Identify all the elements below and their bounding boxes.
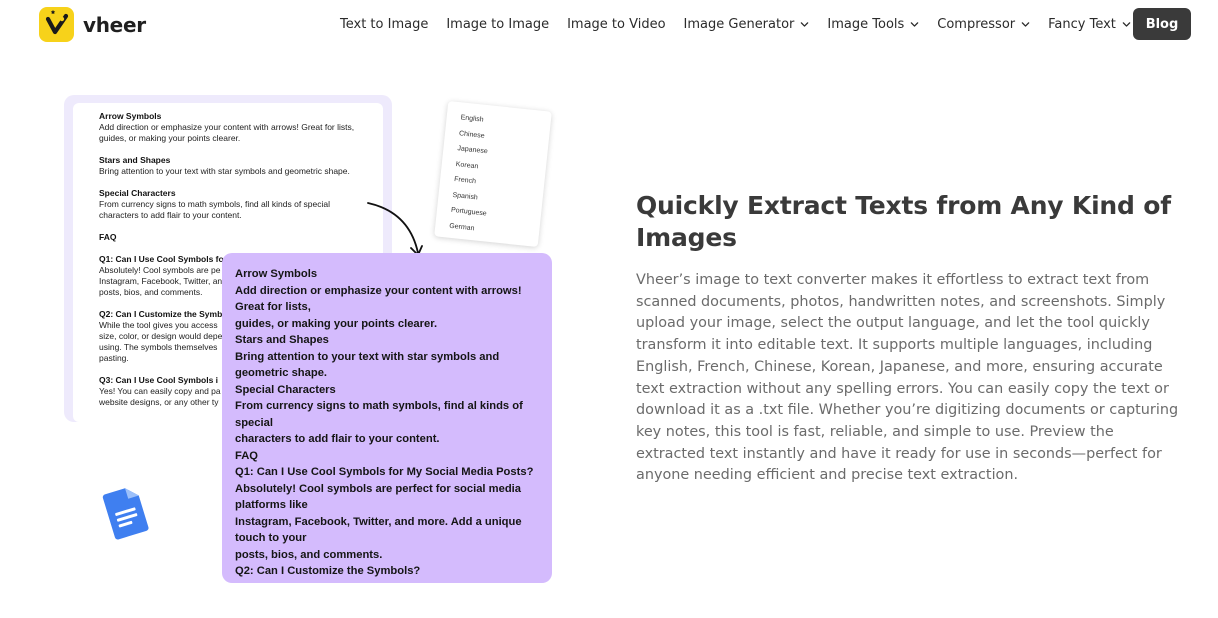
- nav-item-label: Image to Video: [567, 16, 666, 32]
- nav-item-label: Image Tools: [827, 16, 905, 32]
- nav-item-label: Fancy Text: [1048, 16, 1116, 32]
- extracted-text-line: touch to your: [235, 532, 307, 544]
- doc-spacer: [99, 177, 383, 188]
- doc-paragraph-line: Bring attention to your text with star s…: [99, 166, 350, 176]
- extracted-text-line: From currency signs to math symbols, fin…: [235, 400, 523, 412]
- brand-name: vheer: [83, 12, 146, 37]
- extracted-text-line: platforms like: [235, 499, 308, 511]
- extracted-text-line: FAQ: [235, 449, 258, 462]
- nav-item-label: Image to Image: [446, 16, 550, 32]
- extracted-text-line: Instagram, Facebook, Twitter, and more. …: [235, 515, 522, 528]
- nav-item-fancy-text[interactable]: Fancy Text: [1048, 17, 1131, 32]
- logo[interactable]: vheer: [39, 7, 146, 42]
- doc-heading: Stars and Shapes: [99, 155, 171, 165]
- extracted-text-line: Bring attention to your text with star s…: [235, 350, 500, 363]
- nav-item-label: Compressor: [937, 16, 1016, 32]
- extracted-text-line: Stars and Shapes: [235, 334, 329, 346]
- chevron-down-icon: [911, 21, 919, 27]
- doc-heading: Special Characters: [99, 188, 176, 198]
- extracted-text-line: Special Characters: [235, 383, 336, 396]
- google-docs-icon: [102, 488, 149, 540]
- chevron-down-icon: [1122, 21, 1131, 27]
- doc-paragraph-line: characters to add flair to your content.: [99, 210, 242, 220]
- nav-item-image-tools[interactable]: Image Tools: [827, 17, 919, 32]
- doc-heading: Arrow Symbols: [99, 111, 162, 121]
- nav-item-label: Text to Image: [340, 16, 429, 32]
- doc-spacer: [99, 221, 383, 232]
- chevron-down-icon: [1021, 21, 1030, 27]
- nav-item-compressor[interactable]: Compressor: [937, 17, 1030, 32]
- nav-item-image-to-video[interactable]: Image to Video: [567, 17, 665, 32]
- doc-spacer: [99, 144, 383, 155]
- extracted-text-line: Q2: Can I Customize the Symbols?: [235, 565, 421, 577]
- extracted-text-line: Absolutely! Cool symbols are perfect for…: [235, 482, 521, 495]
- extracted-text-line: Great for lists,: [235, 301, 311, 313]
- language-list-card: English Chinese Japanese Korean French Spanis…: [434, 100, 552, 248]
- extracted-text-line: characters to add flair to your content.: [235, 433, 440, 445]
- extracted-text-line: posts, bios, and comments.: [235, 548, 383, 561]
- nav-item-text-to-image[interactable]: Text to Image: [340, 17, 428, 32]
- chevron-down-icon: [801, 21, 809, 27]
- extracted-text-card: Arrow Symbols Add direction or emphasize …: [222, 253, 552, 583]
- extracted-text-line: Add direction or emphasize your content …: [235, 284, 522, 297]
- blog-button[interactable]: Blog: [1133, 8, 1191, 40]
- nav-item-image-to-image[interactable]: Image to Image: [446, 17, 549, 32]
- extracted-text-line: Q1: Can I Use Cool Symbols for My Social…: [235, 466, 534, 478]
- extracted-text-line: special: [235, 416, 273, 429]
- extracted-text-line: Arrow Symbols: [235, 268, 318, 280]
- section-description: Vheer’s image to text converter makes it…: [636, 272, 1179, 484]
- nav-item-image-generator[interactable]: Image Generator: [684, 17, 810, 32]
- extracted-text-line: geometric shape.: [235, 367, 328, 379]
- section-title: Quickly Extract Texts from Any Kind of I…: [636, 191, 1171, 252]
- doc-paragraph-line: guides, or making your points clearer.: [99, 133, 241, 143]
- extracted-text-line: guides, or making your points clearer.: [235, 317, 438, 330]
- nav-item-label: Image Generator: [683, 16, 795, 32]
- vheer-logo-icon: [39, 7, 74, 42]
- doc-paragraph-line: Add direction or emphasize your content …: [99, 122, 355, 132]
- site-header: vheer Text to Image Image to Image Image t…: [0, 0, 1218, 48]
- main-nav: Text to Image Image to Image Image to Vide…: [340, 0, 1149, 48]
- doc-heading: FAQ: [99, 232, 117, 242]
- doc-paragraph-line: From currency signs to math symbols, fin…: [99, 199, 331, 209]
